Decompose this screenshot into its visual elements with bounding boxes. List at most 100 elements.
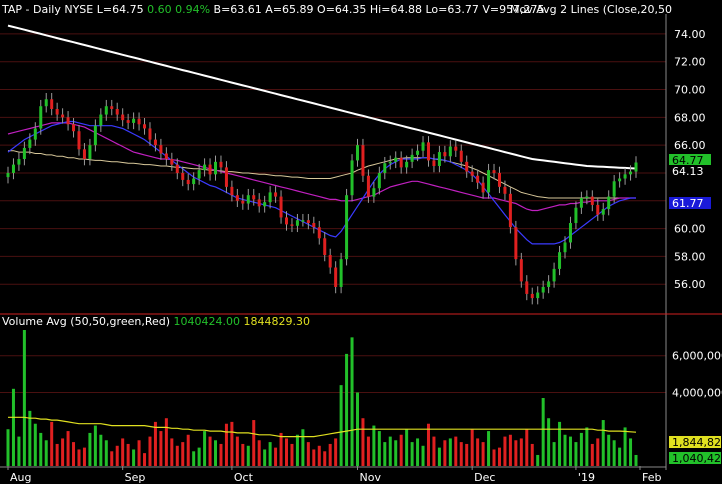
candle-body — [328, 254, 332, 268]
price-tick-label: 72.00 — [674, 56, 706, 69]
stock-chart: 74.0072.0070.0068.0066.0064.0062.0060.00… — [0, 0, 722, 484]
volume-bar — [28, 410, 32, 466]
volume-bar — [88, 432, 92, 466]
candle-body — [437, 152, 441, 166]
volume-avg-label: Volume Avg (50,50,green,Red) — [2, 315, 170, 328]
volume-bar — [541, 398, 545, 466]
candle-body — [519, 259, 523, 282]
candle-body — [623, 174, 627, 179]
volume-bar — [246, 445, 250, 466]
date-tick-label: Dec — [474, 471, 495, 484]
candle-body — [514, 227, 518, 260]
candle-body — [355, 145, 359, 161]
candle-body — [552, 268, 556, 282]
candle-body — [257, 199, 261, 207]
candle-body — [634, 162, 638, 172]
volume-header: Volume Avg (50,50,green,Red) 1040424.00 … — [2, 315, 310, 328]
price-tick-label: 68.00 — [674, 111, 706, 124]
candle-body — [263, 202, 267, 207]
volume-tick-label: 6,000,000 — [672, 350, 722, 363]
candle-body — [132, 118, 136, 123]
ticker: TAP — [1, 3, 22, 16]
volume-tick-label: 4,000,000 — [672, 386, 722, 399]
price-tick-label: 66.00 — [674, 139, 706, 152]
candle-body — [366, 175, 370, 197]
candle-body — [590, 196, 594, 205]
volume-bar — [11, 388, 15, 466]
candle-body — [143, 124, 147, 129]
volume-bar — [421, 445, 425, 466]
price-tick-label: 74.00 — [674, 28, 706, 41]
volume-bar — [497, 447, 501, 466]
volume-bar — [219, 443, 223, 466]
candle-body — [558, 252, 562, 269]
volume-bar — [623, 427, 627, 466]
candle-body — [126, 120, 130, 123]
candle-body — [596, 204, 600, 215]
candle-body — [164, 153, 168, 160]
volume-bar — [230, 421, 234, 466]
candle-body — [492, 170, 496, 173]
ma-tag-2: 61.77 — [669, 197, 711, 210]
candle-body — [115, 108, 119, 115]
ma-tag-2-text: 61.77 — [672, 197, 704, 210]
volume-bar — [426, 423, 430, 466]
open: O=64.35 — [317, 3, 366, 16]
volume-bar — [6, 429, 10, 466]
candle-body — [197, 170, 201, 179]
candle-body — [181, 172, 185, 180]
volume-bar — [170, 438, 174, 466]
price-tick-label: 56.00 — [674, 278, 706, 291]
candle-body — [350, 160, 354, 196]
candle-body — [334, 267, 338, 287]
candle-body — [459, 150, 463, 162]
candle-body — [503, 186, 507, 194]
candle-body — [208, 164, 212, 175]
volume-bar — [241, 443, 245, 466]
volume-bar — [295, 434, 299, 466]
candle-body — [170, 159, 174, 165]
volume-bar — [530, 443, 534, 466]
candle-body — [317, 227, 321, 239]
volume-bar — [465, 443, 469, 466]
volume-bar — [148, 436, 152, 466]
volume-bar — [388, 436, 392, 466]
candle-body — [410, 154, 414, 162]
volume-bar — [203, 431, 207, 466]
volume-bar — [312, 449, 316, 466]
candle-body — [454, 146, 458, 151]
high: Hi=64.88 — [370, 3, 422, 16]
volume-bar — [132, 449, 136, 466]
candle-body — [448, 146, 452, 157]
volume-bar — [143, 453, 147, 466]
candle-body — [383, 163, 387, 173]
volume-bar — [197, 447, 201, 466]
volume-bar — [377, 431, 381, 466]
volume-bar — [50, 421, 54, 466]
volume-bar — [634, 454, 638, 466]
volume-bar — [487, 431, 491, 466]
candle-body — [72, 124, 76, 132]
vol-tag-2-text: 1,040,424 — [672, 452, 722, 465]
volume-bar — [126, 443, 130, 466]
candle-body — [235, 195, 239, 201]
candle-body — [530, 293, 534, 299]
volume-bar — [574, 442, 578, 466]
volume-bar — [252, 420, 256, 466]
volume-bar — [443, 440, 447, 466]
volume-bar — [585, 427, 589, 466]
candle-body — [186, 179, 190, 185]
candle-body — [306, 220, 310, 224]
candle — [361, 138, 365, 182]
candle-body — [508, 193, 512, 228]
candle-body — [17, 159, 21, 165]
volume-bar — [224, 423, 228, 466]
date-tick-label: '19 — [578, 471, 595, 484]
volume-bar — [399, 434, 403, 466]
candle-body — [39, 106, 43, 129]
volume-bar — [459, 442, 463, 466]
volume-bar — [235, 436, 239, 466]
candle-body — [426, 142, 430, 161]
candle-body — [268, 192, 272, 203]
candle-body — [547, 281, 551, 287]
